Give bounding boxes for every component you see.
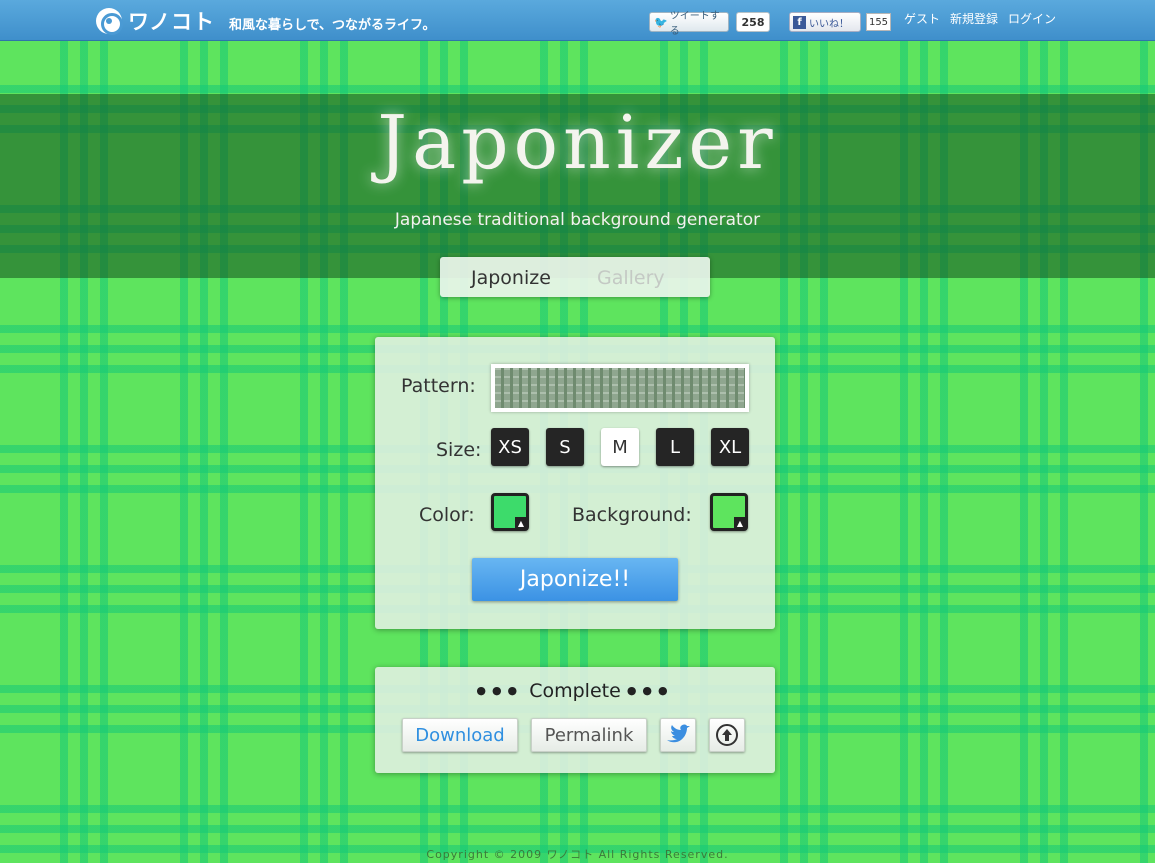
copyright-footer: Copyright © 2009 ワノコト All Rights Reserve… — [426, 848, 729, 861]
tagline: 和風な暮らしで、つながるライフ。 — [228, 17, 436, 33]
tweet-button[interactable]: 🐦 ツイートする — [649, 11, 729, 37]
twitter-bird-icon: 🐦 — [654, 15, 668, 29]
tweet-count: 258 — [736, 12, 770, 32]
dots-left: ●●● — [476, 684, 524, 697]
size-l-button[interactable]: L — [656, 428, 694, 466]
complete-panel: ●●● Complete ●●● Download Permalink — [375, 667, 775, 773]
tab-gallery[interactable]: Gallery — [597, 267, 665, 289]
nav-register[interactable]: 新規登録 — [950, 10, 998, 27]
background-color-picker[interactable]: ▲ — [710, 493, 748, 531]
complete-heading: ●●● Complete ●●● — [375, 680, 775, 702]
picker-arrow-icon: ▲ — [515, 517, 527, 529]
tweet-label: ツイートする — [669, 11, 720, 37]
nav-guest[interactable]: ゲスト — [904, 10, 940, 27]
background-label: Background: — [572, 504, 692, 526]
logo-icon — [96, 8, 123, 35]
generator-panel: Pattern: Size: XS S M L XL Color: ▲ Back… — [375, 337, 775, 629]
complete-title: Complete — [529, 680, 621, 702]
page-title: Japonizer — [377, 100, 778, 186]
tab-japonize[interactable]: Japonize — [471, 267, 551, 289]
tab-bar: Japonize Gallery — [440, 257, 710, 297]
top-bar: ワノコト 和風な暮らしで、つながるライフ。 🐦 ツイートする 258 f いいね… — [0, 0, 1155, 41]
site-logo[interactable]: ワノコト 和風な暮らしで、つながるライフ。 — [96, 6, 436, 36]
like-label: いいね！ — [809, 18, 849, 30]
size-s-button[interactable]: S — [546, 428, 584, 466]
pattern-selector[interactable] — [491, 364, 749, 412]
twitter-bird-icon — [667, 724, 690, 743]
japonize-button[interactable]: Japonize!! — [472, 558, 678, 601]
size-label: Size: — [436, 439, 482, 461]
facebook-like-button[interactable]: f いいね！ — [789, 12, 861, 32]
upload-button[interactable] — [709, 718, 745, 752]
permalink-button[interactable]: Permalink — [531, 718, 647, 752]
twitter-share-button[interactable] — [660, 718, 696, 752]
nav-login[interactable]: ログイン — [1008, 10, 1056, 27]
logo-text: ワノコト — [128, 10, 215, 34]
dots-right: ●●● — [626, 684, 674, 697]
color-label: Color: — [419, 504, 475, 526]
pattern-preview — [495, 368, 745, 408]
color-picker[interactable]: ▲ — [491, 493, 529, 531]
like-count: 155 — [866, 13, 891, 31]
facebook-icon: f — [793, 15, 806, 29]
upload-arrow-icon — [716, 724, 738, 746]
picker-arrow-icon: ▲ — [734, 517, 746, 529]
size-m-button[interactable]: M — [601, 428, 639, 466]
size-xs-button[interactable]: XS — [491, 428, 529, 466]
pattern-label: Pattern: — [401, 375, 476, 397]
size-xl-button[interactable]: XL — [711, 428, 749, 466]
page-subtitle: Japanese traditional background generato… — [394, 210, 761, 230]
download-button[interactable]: Download — [402, 718, 518, 752]
